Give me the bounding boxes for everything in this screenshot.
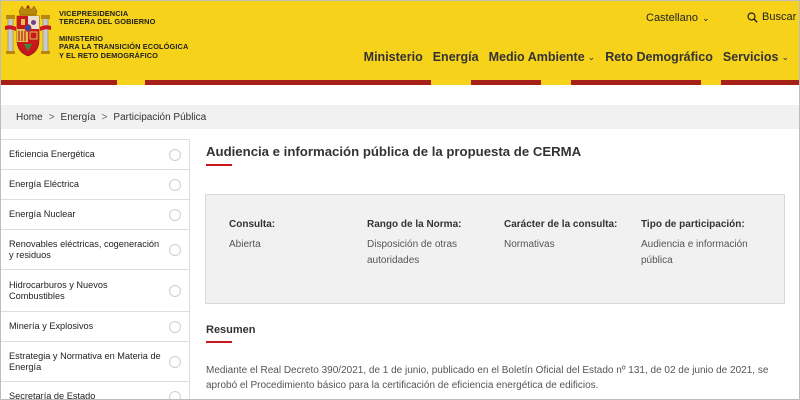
main-navigation: Ministerio Energía Medio Ambiente ⌄ Reto …: [364, 50, 789, 64]
nav-item-medio-ambiente[interactable]: Medio Ambiente ⌄: [489, 50, 596, 64]
expand-circle-icon[interactable]: [169, 390, 181, 399]
sidebar-divider: [189, 139, 190, 399]
expand-circle-icon[interactable]: [169, 243, 181, 256]
site-header: VICEPRESIDENCIA TERCERA DEL GOBIERNO MIN…: [1, 1, 799, 85]
summary-heading: Resumen: [206, 324, 256, 336]
language-selector[interactable]: Castellano ⌄: [646, 12, 710, 24]
expand-circle-icon[interactable]: [169, 284, 181, 297]
government-title: VICEPRESIDENCIA TERCERA DEL GOBIERNO MIN…: [59, 9, 188, 60]
sidebar-item-secretaria[interactable]: Secretaría de Estado: [1, 382, 189, 399]
sidebar-item-hidrocarburos[interactable]: Hidrocarburos y Nuevos Combustibles: [1, 270, 189, 312]
chevron-right-icon: >: [48, 112, 55, 123]
breadcrumb-current: Participación Pública: [113, 112, 207, 123]
info-consulta: Consulta: Abierta: [229, 219, 276, 250]
summary-accent: [206, 341, 232, 343]
summary-text: Mediante el Real Decreto 390/2021, de 1 …: [206, 365, 769, 391]
coat-of-arms-icon[interactable]: [5, 4, 51, 62]
chevron-right-icon: >: [101, 112, 108, 123]
nav-item-energia[interactable]: Energía: [433, 50, 479, 64]
sidebar-item-estrategia[interactable]: Estrategia y Normativa en Materia de Ene…: [1, 342, 189, 382]
expand-circle-icon[interactable]: [169, 178, 181, 191]
expand-circle-icon[interactable]: [169, 148, 181, 161]
gov-line-2: TERCERA DEL GOBIERNO: [59, 17, 156, 27]
info-rango-norma: Rango de la Norma: Disposición de otras …: [367, 219, 462, 266]
breadcrumb-home[interactable]: Home: [16, 112, 43, 129]
consultation-info-box: Consulta: Abierta Rango de la Norma: Dis…: [205, 194, 785, 304]
breadcrumb-energia[interactable]: Energía: [61, 112, 96, 129]
expand-circle-icon[interactable]: [169, 320, 181, 333]
info-tipo-participacion: Tipo de participación: Audiencia e infor…: [641, 219, 748, 266]
sidebar: Eficiencia Energética Energía Eléctrica …: [1, 139, 189, 399]
language-label: Castellano: [646, 12, 698, 24]
info-caracter: Carácter de la consulta: Normativas: [504, 219, 618, 250]
sidebar-item-mineria[interactable]: Minería y Explosivos: [1, 312, 189, 342]
sidebar-item-nuclear[interactable]: Energía Nuclear: [1, 200, 189, 230]
search-button[interactable]: Buscar: [747, 11, 796, 23]
nav-item-reto-demografico[interactable]: Reto Demográfico: [605, 50, 713, 64]
expand-circle-icon[interactable]: [169, 208, 181, 221]
sidebar-item-eficiencia[interactable]: Eficiencia Energética: [1, 140, 189, 170]
chevron-down-icon: ⌄: [701, 13, 710, 23]
expand-circle-icon[interactable]: [169, 355, 181, 368]
nav-item-servicios[interactable]: Servicios ⌄: [723, 50, 789, 64]
browser-frame: VICEPRESIDENCIA TERCERA DEL GOBIERNO MIN…: [0, 0, 800, 400]
chevron-down-icon: ⌄: [781, 51, 789, 62]
search-label: Buscar: [762, 11, 797, 23]
title-accent: [206, 164, 232, 166]
search-icon: [747, 11, 758, 23]
sidebar-item-renovables[interactable]: Renovables eléctricas, cogeneración y re…: [1, 230, 189, 270]
ministry-line-3: Y EL RETO DEMOGRÁFICO: [59, 50, 159, 60]
sidebar-item-electrica[interactable]: Energía Eléctrica: [1, 170, 189, 200]
chevron-down-icon: ⌄: [587, 51, 596, 62]
page-title: Audiencia e información pública de la pr…: [206, 144, 582, 159]
breadcrumb: Home > Energía > Participación Pública: [1, 105, 799, 129]
nav-item-ministerio[interactable]: Ministerio: [364, 50, 423, 64]
